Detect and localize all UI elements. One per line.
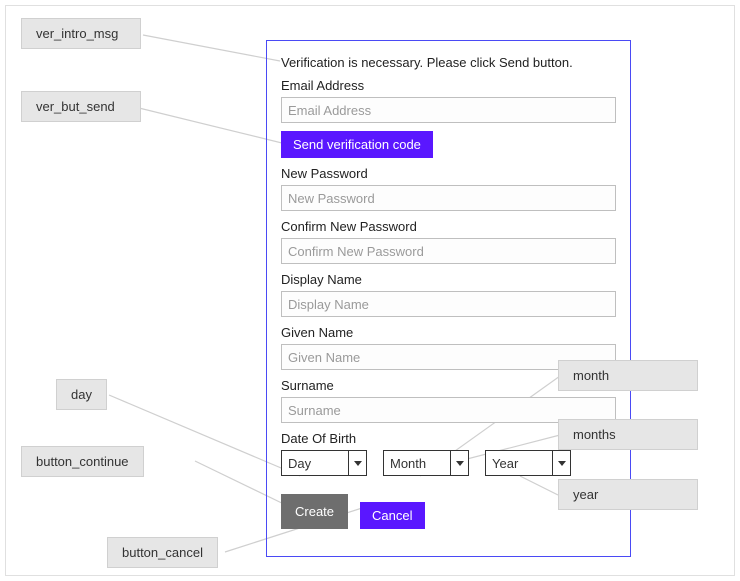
confirm-password-label: Confirm New Password [281,219,616,234]
callout-day: day [56,379,107,410]
email-label: Email Address [281,78,616,93]
email-input[interactable] [281,97,616,123]
dob-row: Day Month Year [281,450,616,476]
cancel-button[interactable]: Cancel [360,502,424,529]
confirm-password-input[interactable] [281,238,616,264]
callout-button-cancel: button_cancel [107,537,218,568]
dob-year-select[interactable]: Year [485,450,571,476]
chevron-down-icon [552,451,570,475]
create-button[interactable]: Create [281,494,348,529]
callout-month: month [558,360,698,391]
callout-year: year [558,479,698,510]
new-password-input[interactable] [281,185,616,211]
display-name-label: Display Name [281,272,616,287]
new-password-label: New Password [281,166,616,181]
dob-day-value: Day [288,456,311,471]
chevron-down-icon [450,451,468,475]
display-name-input[interactable] [281,291,616,317]
chevron-down-icon [348,451,366,475]
send-verification-button[interactable]: Send verification code [281,131,433,158]
given-name-label: Given Name [281,325,616,340]
callout-months: months [558,419,698,450]
callout-ver-but-send: ver_but_send [21,91,141,122]
dob-month-select[interactable]: Month [383,450,469,476]
dob-month-value: Month [390,456,426,471]
dob-year-value: Year [492,456,518,471]
callout-button-continue: button_continue [21,446,144,477]
callout-ver-intro-msg: ver_intro_msg [21,18,141,49]
dob-day-select[interactable]: Day [281,450,367,476]
verification-intro-msg: Verification is necessary. Please click … [281,55,616,70]
